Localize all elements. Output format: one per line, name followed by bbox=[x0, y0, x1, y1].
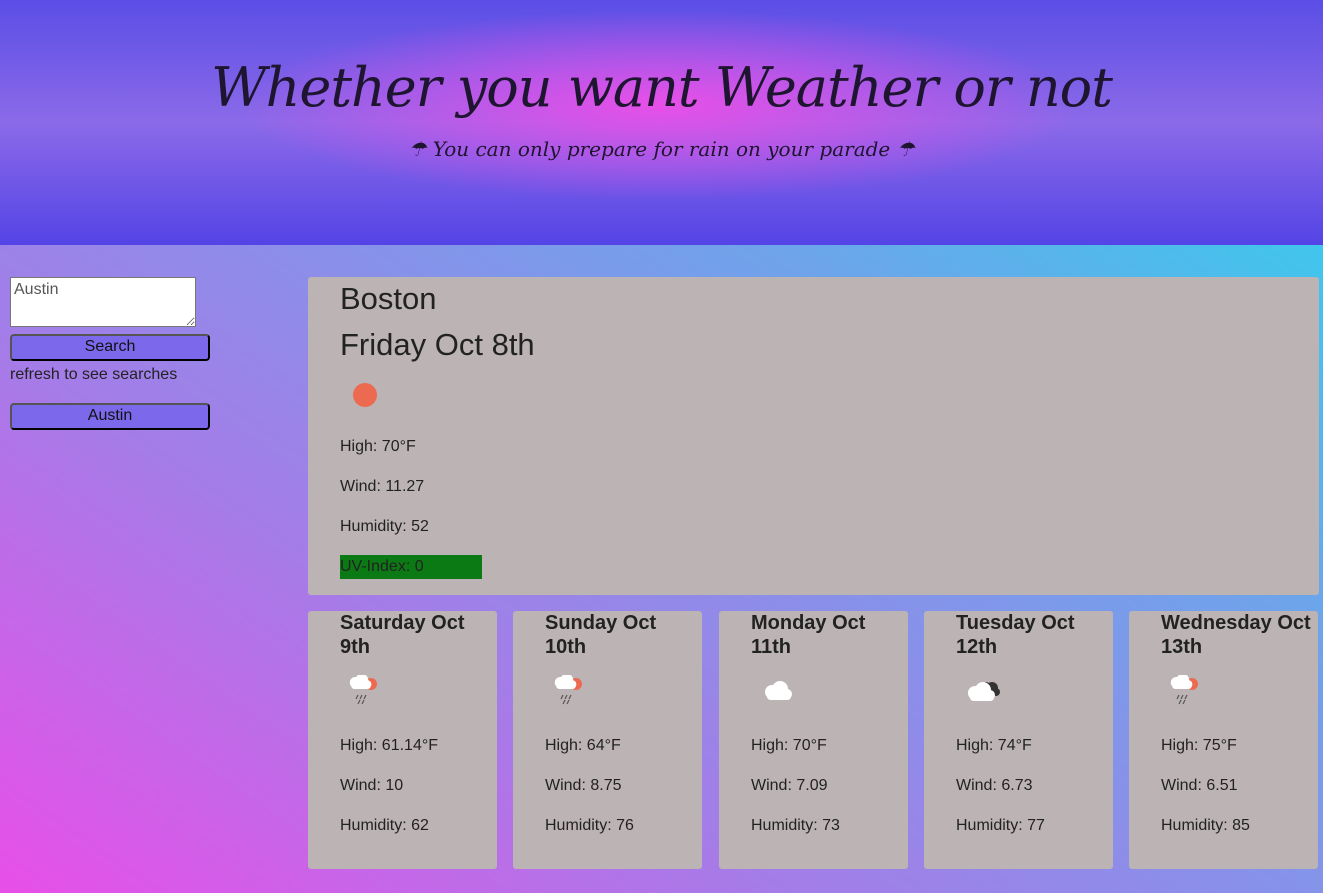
forecast-humidity: Humidity: 76 bbox=[545, 817, 634, 834]
forecast-card-1: Saturday Oct 9th High: 61.14°F Wind: 10 … bbox=[308, 611, 497, 869]
forecast-high: High: 75°F bbox=[1161, 737, 1237, 754]
refresh-note: refresh to see searches bbox=[10, 366, 178, 383]
forecast-date: Saturday Oct 9th bbox=[340, 612, 465, 658]
page-header: Whether you want Weather or not ☂ You ca… bbox=[0, 0, 1323, 245]
forecast-card-4: Tuesday Oct 12th High: 74°F Wind: 6.73 H… bbox=[924, 611, 1113, 869]
uv-index-badge: UV-Index: 0 bbox=[340, 555, 482, 579]
current-wind: Wind: 11.27 bbox=[340, 478, 425, 495]
forecast-high: High: 64°F bbox=[545, 737, 621, 754]
cloud-icon bbox=[765, 681, 792, 700]
forecast-card-3: Monday Oct 11th High: 70°F Wind: 7.09 Hu… bbox=[719, 611, 908, 869]
forecast-humidity: Humidity: 85 bbox=[1161, 817, 1250, 834]
forecast-high: High: 74°F bbox=[956, 737, 1032, 754]
forecast-high: High: 61.14°F bbox=[340, 737, 439, 754]
rain-sun-icon bbox=[349, 675, 377, 705]
page-title: Whether you want Weather or not bbox=[211, 56, 1113, 119]
forecast-high: High: 70°F bbox=[751, 737, 827, 754]
forecast-date: Tuesday Oct 12th bbox=[956, 612, 1075, 658]
forecast-wind: Wind: 7.09 bbox=[751, 777, 828, 794]
forecast-humidity: Humidity: 62 bbox=[340, 817, 429, 834]
current-date: Friday Oct 8th bbox=[340, 327, 535, 362]
forecast-humidity: Humidity: 73 bbox=[751, 817, 840, 834]
search-sidebar: Austin Search refresh to see searches Au… bbox=[10, 277, 210, 430]
forecast-wind: Wind: 8.75 bbox=[545, 777, 622, 794]
forecast-date: Monday Oct 11th bbox=[751, 612, 866, 658]
forecast-date: Sunday Oct 10th bbox=[545, 612, 657, 658]
current-high: High: 70°F bbox=[340, 438, 416, 455]
page-tagline: ☂ You can only prepare for rain on your … bbox=[408, 137, 915, 161]
city-search-input[interactable]: Austin bbox=[10, 277, 196, 327]
current-humidity: Humidity: 52 bbox=[340, 518, 429, 535]
current-city: Boston bbox=[340, 281, 437, 316]
forecast-card-2: Sunday Oct 10th High: 64°F Wind: 8.75 Hu… bbox=[513, 611, 702, 869]
forecast-wind: Wind: 6.73 bbox=[956, 777, 1033, 794]
forecast-wind: Wind: 6.51 bbox=[1161, 777, 1238, 794]
search-button[interactable]: Search bbox=[10, 334, 210, 361]
broken-clouds-icon bbox=[968, 682, 1000, 701]
clear-sun-icon bbox=[353, 383, 377, 407]
current-weather-card: Boston Friday Oct 8th High: 70°F Wind: 1… bbox=[308, 277, 1319, 595]
forecast-humidity: Humidity: 77 bbox=[956, 817, 1045, 834]
rain-sun-icon bbox=[1170, 675, 1198, 705]
rain-sun-icon bbox=[554, 675, 582, 705]
forecast-card-5: Wednesday Oct 13th High: 75°F Wind: 6.51… bbox=[1129, 611, 1318, 869]
forecast-wind: Wind: 10 bbox=[340, 777, 404, 794]
history-city-button[interactable]: Austin bbox=[10, 403, 210, 430]
forecast-date: Wednesday Oct 13th bbox=[1161, 612, 1311, 658]
